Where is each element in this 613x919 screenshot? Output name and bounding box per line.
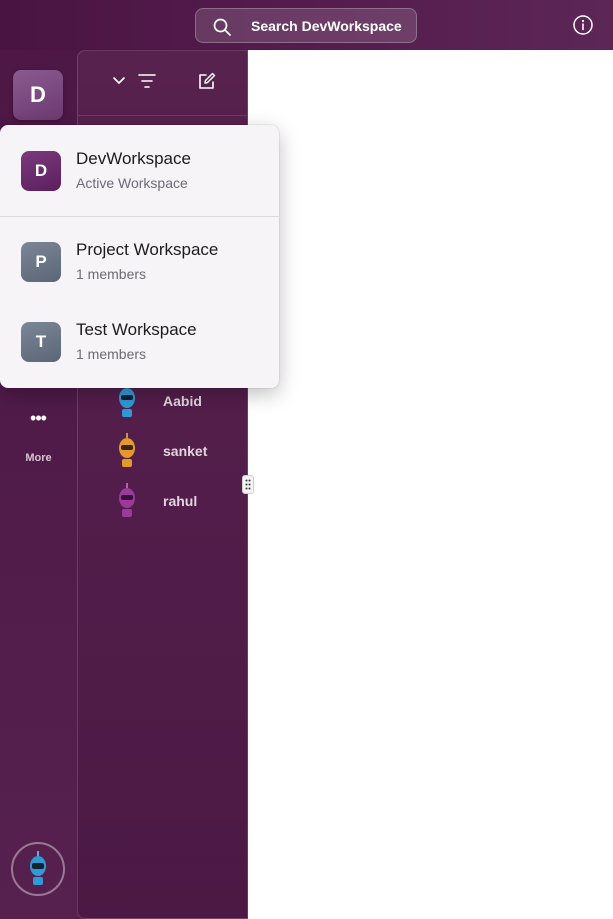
filter-icon[interactable] — [137, 72, 157, 90]
workspace-subtitle: 1 members — [76, 346, 147, 362]
workspace-tile: D — [21, 151, 61, 191]
robot-avatar-icon — [30, 851, 46, 885]
compose-icon[interactable] — [197, 71, 217, 91]
chevron-down-icon[interactable] — [111, 73, 127, 89]
workspace-title: Test Workspace — [76, 320, 197, 339]
workspace-tile: P — [21, 242, 61, 282]
workspace-avatar[interactable]: D — [13, 70, 63, 120]
workspace-title: DevWorkspace — [76, 149, 191, 168]
dm-name: sanket — [163, 443, 208, 459]
workspace-item-project[interactable]: P Project Workspace 1 members — [0, 240, 279, 322]
search-icon — [213, 18, 231, 36]
workspace-tile: T — [21, 322, 61, 362]
robot-avatar-icon — [119, 483, 135, 517]
more-icon[interactable]: ••• — [28, 409, 48, 431]
top-bar: Search DevWorkspace — [0, 0, 613, 50]
drag-handle-icon[interactable] — [242, 475, 254, 494]
workspace-switcher-popup: D DevWorkspace Active Workspace P Projec… — [0, 125, 279, 388]
sidebar-divider — [78, 115, 247, 116]
dm-item-rahul[interactable]: rahul — [116, 483, 246, 519]
workspace-item-devworkspace[interactable]: D DevWorkspace Active Workspace — [0, 149, 279, 231]
popup-divider — [0, 216, 279, 217]
workspace-item-test[interactable]: T Test Workspace 1 members — [0, 320, 279, 402]
workspace-subtitle: 1 members — [76, 266, 147, 282]
workspace-subtitle: Active Workspace — [76, 175, 188, 191]
workspace-title: Project Workspace — [76, 240, 219, 259]
dm-name: rahul — [163, 493, 198, 509]
dm-item-sanket[interactable]: sanket — [116, 433, 246, 469]
info-icon[interactable] — [572, 14, 594, 36]
search-label: Search DevWorkspace — [251, 18, 402, 34]
user-avatar[interactable] — [11, 842, 65, 896]
search-button[interactable]: Search DevWorkspace — [195, 8, 417, 43]
main-content — [248, 50, 613, 919]
robot-avatar-icon — [119, 433, 135, 467]
more-label[interactable]: More — [0, 452, 77, 464]
